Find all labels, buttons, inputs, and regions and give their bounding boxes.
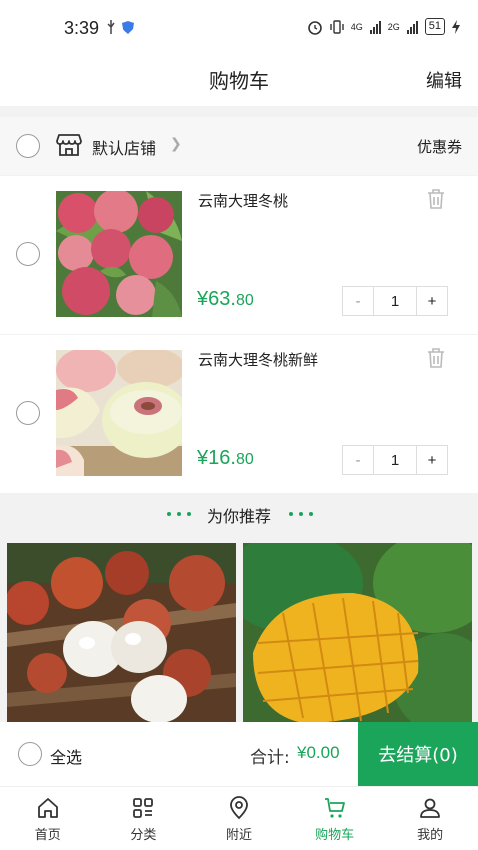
tab-label: 我的 xyxy=(417,828,444,843)
charging-icon xyxy=(452,19,460,34)
location-icon xyxy=(230,796,248,820)
tab-label: 首页 xyxy=(34,828,61,843)
item-select-radio[interactable] xyxy=(16,401,40,425)
network-4g-label: 4G xyxy=(350,21,363,32)
quantity-stepper: - 1 + xyxy=(342,286,448,316)
decrease-button[interactable]: - xyxy=(343,287,373,315)
select-all-radio[interactable] xyxy=(18,742,42,766)
tab-profile[interactable]: 我的 xyxy=(382,787,478,850)
quantity-value[interactable]: 1 xyxy=(373,287,417,315)
tab-label: 分类 xyxy=(130,828,157,843)
product-name[interactable]: 云南大理冬桃 xyxy=(198,190,288,211)
shop-name[interactable]: 默认店铺 xyxy=(92,135,156,159)
trash-icon[interactable] xyxy=(426,347,446,369)
select-all-label[interactable]: 全选 xyxy=(50,744,82,768)
usb-icon xyxy=(107,20,115,34)
product-price: ¥16.80 xyxy=(197,447,254,469)
alarm-icon xyxy=(307,20,322,35)
tab-category[interactable]: 分类 xyxy=(96,787,192,850)
tab-label: 购物车 xyxy=(315,828,355,843)
decrease-button[interactable]: - xyxy=(343,446,373,474)
product-image-peaches[interactable] xyxy=(56,191,182,317)
edit-button[interactable]: 编辑 xyxy=(426,67,462,93)
chevron-right-icon: ❯ xyxy=(170,136,182,152)
tab-label: 附近 xyxy=(225,828,252,843)
tab-cart[interactable]: 购物车 xyxy=(287,787,383,850)
shield-icon xyxy=(122,20,134,34)
shop-row: 默认店铺 ❯ 优惠券 xyxy=(0,117,478,175)
signal-icon xyxy=(406,20,418,34)
page-title: 购物车 xyxy=(209,69,269,93)
status-bar: 3:39 4G 2G 51 xyxy=(0,0,478,52)
status-time: 3:39 xyxy=(64,18,100,38)
total-label: 合计: xyxy=(250,748,290,768)
checkout-button[interactable]: 去结算(0) xyxy=(358,722,478,786)
tab-nearby[interactable]: 附近 xyxy=(191,787,287,850)
item-select-radio[interactable] xyxy=(16,242,40,266)
quantity-value[interactable]: 1 xyxy=(373,446,417,474)
user-icon xyxy=(420,798,441,818)
cart-icon xyxy=(324,798,345,818)
battery-indicator: 51 xyxy=(424,18,445,35)
vibrate-icon xyxy=(330,19,344,34)
coupon-button[interactable]: 优惠券 xyxy=(417,136,462,157)
quantity-stepper: - 1 + xyxy=(342,445,448,475)
cart-item: 云南大理冬桃新鲜 ¥16.80 - 1 + xyxy=(0,335,478,493)
product-price: ¥63.80 xyxy=(197,288,254,310)
shop-select-radio[interactable] xyxy=(16,134,40,158)
recommend-product-lychee[interactable] xyxy=(7,543,236,723)
product-image-sliced-peach[interactable] xyxy=(56,350,182,476)
network-2g-label: 2G xyxy=(387,21,400,32)
product-name[interactable]: 云南大理冬桃新鲜 xyxy=(198,349,318,370)
home-icon xyxy=(37,798,58,818)
page-header: 购物车 编辑 xyxy=(0,52,478,106)
bottom-tab-bar: 首页 分类 附近 购物车 我的 xyxy=(0,786,478,850)
increase-button[interactable]: + xyxy=(417,446,447,474)
increase-button[interactable]: + xyxy=(417,287,447,315)
trash-icon[interactable] xyxy=(426,188,446,210)
store-icon xyxy=(56,134,82,156)
total-value: ¥0.00 xyxy=(297,743,340,762)
recommend-title: 为你推荐 xyxy=(206,507,271,526)
recommend-product-mango[interactable] xyxy=(243,543,472,723)
cart-item: 云南大理冬桃 ¥63.80 - 1 + xyxy=(0,176,478,334)
signal-icon xyxy=(369,20,381,34)
checkout-bar: 全选 合计: ¥0.00 去结算(0) xyxy=(0,722,478,786)
tab-home[interactable]: 首页 xyxy=(0,787,96,850)
category-icon xyxy=(133,798,154,818)
decor-dots-right xyxy=(289,512,313,516)
